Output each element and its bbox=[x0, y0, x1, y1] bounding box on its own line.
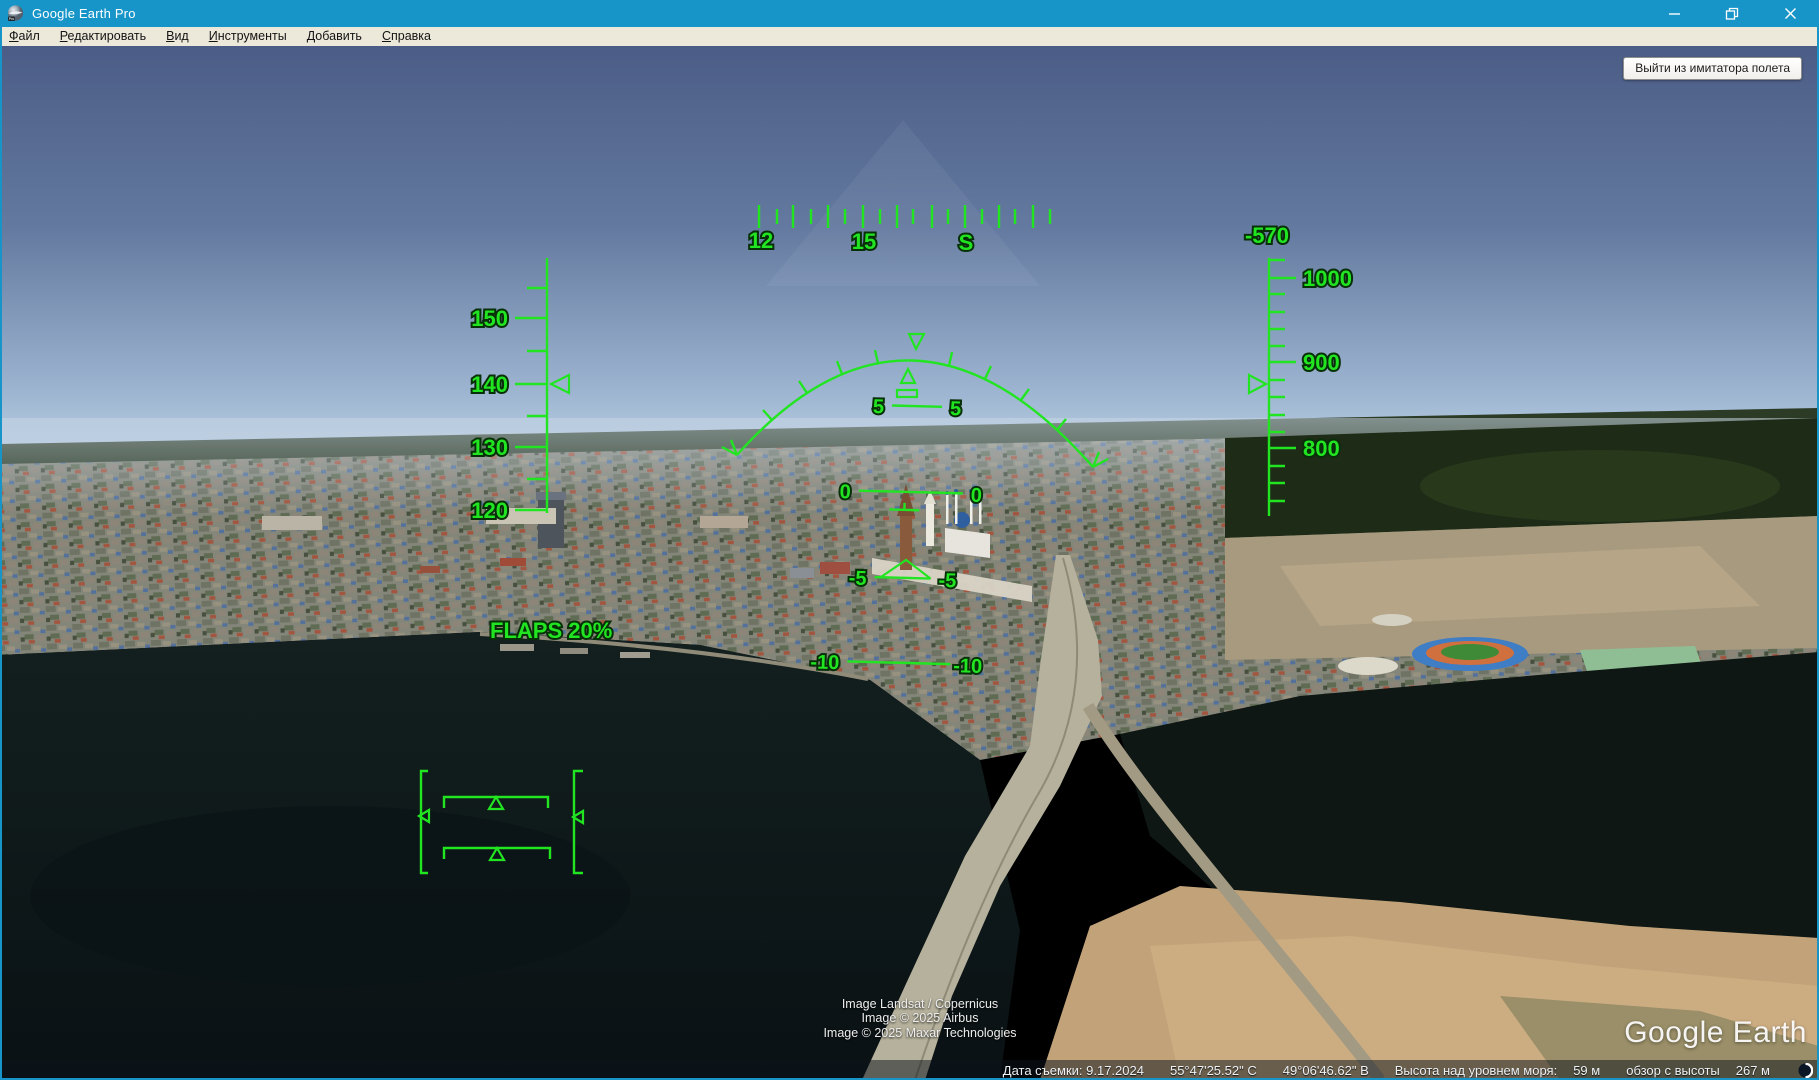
elevation-label: Высота над уровнем моря: bbox=[1395, 1063, 1557, 1078]
minimize-icon bbox=[1668, 7, 1681, 20]
attribution-line: Image © 2025 Maxar Technologies bbox=[760, 1026, 1080, 1041]
elevation-value: 59 м bbox=[1573, 1063, 1600, 1078]
google-earth-window: Pro Google Earth Pro Файл Редактировать … bbox=[0, 0, 1819, 1080]
svg-text:Pro: Pro bbox=[9, 17, 15, 21]
menu-help[interactable]: Справка bbox=[372, 28, 441, 45]
streaming-indicator-icon bbox=[1798, 1063, 1813, 1078]
restore-icon bbox=[1725, 7, 1739, 21]
close-icon bbox=[1784, 7, 1797, 20]
eye-altitude-label: обзор с высоты bbox=[1626, 1063, 1720, 1078]
imagery-attribution: Image Landsat / Copernicus Image © 2025 … bbox=[760, 997, 1080, 1041]
google-earth-watermark: Google Earth bbox=[1624, 1016, 1807, 1050]
close-button[interactable] bbox=[1761, 0, 1819, 27]
window-title: Google Earth Pro bbox=[32, 6, 136, 21]
menu-file[interactable]: Файл bbox=[0, 28, 50, 45]
scenery bbox=[0, 46, 1819, 1080]
flight-simulator-view[interactable]: 12 15 S 150 140 130 120 1000 bbox=[0, 46, 1819, 1080]
menubar: Файл Редактировать Вид Инструменты Добав… bbox=[0, 27, 1819, 46]
longitude-value: 49°06'46.62" В bbox=[1283, 1063, 1369, 1078]
window-border-left bbox=[0, 27, 2, 1080]
menu-add[interactable]: Добавить bbox=[297, 28, 372, 45]
statusbar: Дата съемки: 9.17.2024 55°47'25.52" С 49… bbox=[0, 1060, 1819, 1080]
attribution-line: Image © 2025 Airbus bbox=[760, 1011, 1080, 1026]
menu-tools[interactable]: Инструменты bbox=[199, 28, 297, 45]
eye-altitude-value: 267 м bbox=[1736, 1063, 1770, 1078]
titlebar: Pro Google Earth Pro bbox=[0, 0, 1819, 27]
menu-view[interactable]: Вид bbox=[156, 28, 199, 45]
menu-edit[interactable]: Редактировать bbox=[50, 28, 156, 45]
attribution-line: Image Landsat / Copernicus bbox=[760, 997, 1080, 1012]
restore-button[interactable] bbox=[1703, 0, 1761, 27]
google-earth-icon: Pro bbox=[7, 5, 24, 22]
exit-flight-simulator-button[interactable]: Выйти из имитатора полета bbox=[1623, 57, 1802, 80]
minimize-button[interactable] bbox=[1645, 0, 1703, 27]
imagery-date: Дата съемки: 9.17.2024 bbox=[1003, 1063, 1144, 1078]
latitude-value: 55°47'25.52" С bbox=[1170, 1063, 1257, 1078]
